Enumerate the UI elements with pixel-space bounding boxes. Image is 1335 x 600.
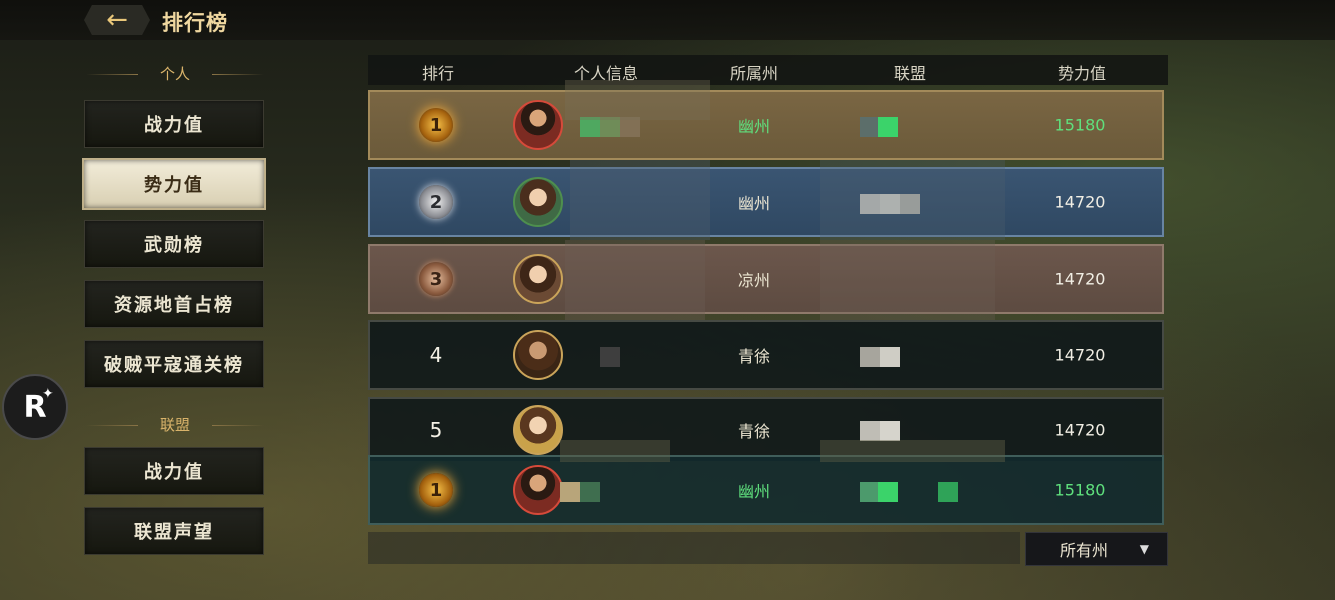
rank-medal-gold: 1 xyxy=(419,108,453,142)
redaction-mosaic xyxy=(560,440,670,462)
state-value: 幽州 xyxy=(737,194,771,213)
avatar[interactable] xyxy=(513,100,563,150)
redaction-mosaic xyxy=(570,160,710,240)
avatar[interactable] xyxy=(513,465,563,515)
redaction-mosaic xyxy=(565,80,710,120)
col-alliance: 联盟 xyxy=(893,64,927,83)
back-button[interactable]: ← xyxy=(84,5,150,35)
sidebar-item-alliance-prestige[interactable]: 联盟声望 xyxy=(84,507,264,555)
rank-number: 5 xyxy=(429,418,443,442)
avatar[interactable] xyxy=(513,254,563,304)
table-row[interactable]: 3 凉州 14720 xyxy=(368,244,1164,314)
section-header-personal: 个人 xyxy=(86,63,264,84)
section-header-alliance: 联盟 xyxy=(86,414,264,435)
avatar[interactable] xyxy=(513,177,563,227)
rank-medal-bronze: 3 xyxy=(419,262,453,296)
rank-medal-gold: 1 xyxy=(419,473,453,507)
power-value: 14720 xyxy=(1054,345,1106,365)
table-row[interactable]: 5 青徐 14720 xyxy=(368,397,1164,461)
power-value: 15180 xyxy=(1054,480,1106,500)
power-value: 15180 xyxy=(1054,115,1106,135)
dropdown-selected-value: 所有州 xyxy=(1060,541,1109,560)
rank-number: 4 xyxy=(429,343,443,367)
sidebar-item-resource-first[interactable]: 资源地首占榜 xyxy=(84,280,264,328)
sidebar-item-alliance-power[interactable]: 战力值 xyxy=(84,447,264,495)
alliance-name-redacted xyxy=(860,347,900,367)
table-footer xyxy=(368,532,1020,564)
sidebar-item-bandit-clear[interactable]: 破贼平寇通关榜 xyxy=(84,340,264,388)
player-name-redacted xyxy=(560,482,600,502)
self-rank-row[interactable]: 1 幽州 15180 xyxy=(368,455,1164,525)
player-name-redacted xyxy=(580,117,640,137)
table-row[interactable]: 2 幽州 14720 xyxy=(368,167,1164,237)
avatar[interactable] xyxy=(513,330,563,380)
state-filter-dropdown[interactable]: 所有州 ▼ xyxy=(1025,532,1168,566)
alliance-name-redacted xyxy=(860,482,958,502)
table-row[interactable]: 1 幽州 15180 xyxy=(368,90,1164,160)
sidebar-item-combat-power[interactable]: 战力值 xyxy=(84,100,264,148)
state-value: 青徐 xyxy=(737,347,771,366)
state-value: 青徐 xyxy=(737,422,771,441)
player-name-redacted xyxy=(600,347,620,367)
ranking-table: 排行 个人信息 所属州 联盟 势力值 1 幽州 15180 2 幽州 14720… xyxy=(368,55,1168,565)
avatar[interactable] xyxy=(513,405,563,455)
power-value: 14720 xyxy=(1054,269,1106,289)
floating-r-button[interactable]: R ✦ xyxy=(2,374,68,440)
col-rank: 排行 xyxy=(421,64,455,83)
power-value: 14720 xyxy=(1054,420,1106,440)
col-state: 所属州 xyxy=(729,64,779,83)
table-header: 排行 个人信息 所属州 联盟 势力值 xyxy=(368,55,1168,85)
top-bar: ← 排行榜 xyxy=(0,0,1335,40)
arrow-left-icon: ← xyxy=(106,5,128,35)
redaction-mosaic xyxy=(820,240,995,320)
alliance-name-redacted xyxy=(860,117,898,137)
power-value: 14720 xyxy=(1054,192,1106,212)
redaction-mosaic xyxy=(820,160,1005,240)
chevron-down-icon: ▼ xyxy=(1139,542,1149,556)
page-title: 排行榜 xyxy=(162,11,228,35)
redaction-mosaic xyxy=(820,440,1005,462)
state-value: 凉州 xyxy=(737,271,771,290)
table-row[interactable]: 4 青徐 14720 xyxy=(368,320,1164,390)
rank-medal-silver: 2 xyxy=(419,185,453,219)
sidebar-item-merit[interactable]: 武勋榜 xyxy=(84,220,264,268)
state-value: 幽州 xyxy=(737,117,771,136)
sparkle-icon: ✦ xyxy=(42,386,54,402)
alliance-name-redacted xyxy=(860,421,900,441)
sidebar-item-influence[interactable]: 势力值 xyxy=(82,158,266,210)
col-power: 势力值 xyxy=(1057,64,1107,83)
redaction-mosaic xyxy=(565,240,705,320)
state-value: 幽州 xyxy=(737,482,771,501)
